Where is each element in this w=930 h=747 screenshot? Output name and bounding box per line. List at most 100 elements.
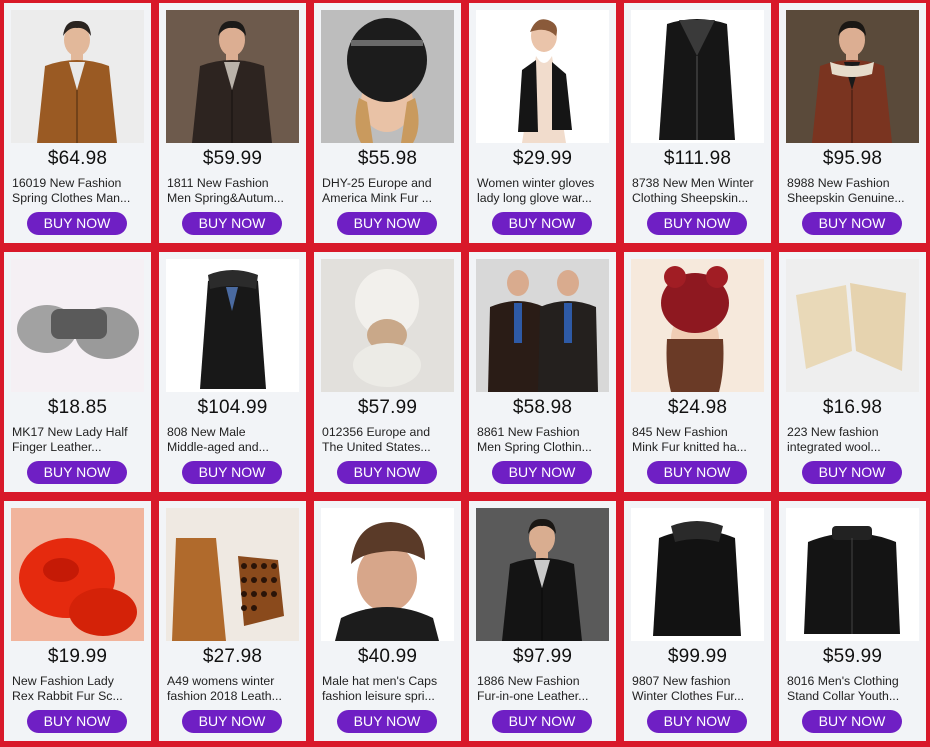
product-title-line-2: Sheepskin Genuine... [787,191,905,205]
product-card[interactable]: $40.99 Male hat men's Caps fashion leisure… [314,501,461,741]
product-card[interactable]: $24.98 845 New Fashion Mink Fur knitted ha… [624,252,771,492]
product-title-line-1: 808 New Male [167,425,246,439]
product-image[interactable] [476,10,609,143]
buy-now-button[interactable]: BUY NOW [647,212,747,235]
product-card[interactable]: $58.98 8861 New Fashion Men Spring Clothin… [469,252,616,492]
product-title-line-2: Middle-aged and... [167,440,269,454]
leopard-print-gloves-image [166,508,299,641]
product-title[interactable]: MK17 New Lady Half Finger Leather... [12,425,143,455]
product-title-line-1: 1811 New Fashion [167,176,269,190]
product-title[interactable]: 1811 New Fashion Men Spring&Autum... [167,176,298,206]
product-image[interactable] [786,508,919,641]
product-card[interactable]: $104.99 808 New Male Middle-aged and... BUY… [159,252,306,492]
red-rabbit-fur-scarf-image [11,508,144,641]
product-card[interactable]: $57.99 012356 Europe and The United States… [314,252,461,492]
product-image[interactable] [321,10,454,143]
product-image[interactable] [786,259,919,392]
buy-now-button[interactable]: BUY NOW [337,461,437,484]
product-card[interactable]: $95.98 8988 New Fashion Sheepskin Genuine.… [779,3,926,243]
buy-now-button[interactable]: BUY NOW [647,461,747,484]
buy-now-button[interactable]: BUY NOW [492,710,592,733]
product-image[interactable] [166,10,299,143]
product-title[interactable]: 808 New Male Middle-aged and... [167,425,298,455]
product-card[interactable]: $59.99 8016 Men's Clothing Stand Collar Yo… [779,501,926,741]
product-title-line-2: Spring Clothes Man... [12,191,131,205]
buy-now-button[interactable]: BUY NOW [492,212,592,235]
product-title-line-1: 8988 New Fashion [787,176,890,190]
product-image[interactable] [11,259,144,392]
product-title[interactable]: 8988 New Fashion Sheepskin Genuine... [787,176,918,206]
product-price: $29.99 [512,148,573,169]
product-title[interactable]: 012356 Europe and The United States... [322,425,453,455]
buy-now-button[interactable]: BUY NOW [182,212,282,235]
product-card[interactable]: $111.98 8738 New Men Winter Clothing Sheep… [624,3,771,243]
product-image[interactable] [321,508,454,641]
black-leather-jacket-fur-collar-image [631,508,764,641]
product-image[interactable] [166,508,299,641]
product-title[interactable]: 16019 New Fashion Spring Clothes Man... [12,176,143,206]
long-black-coat-fur-collar-image [166,259,299,392]
product-image[interactable] [631,508,764,641]
white-knit-fur-hat-image [321,259,454,392]
product-price: $97.99 [512,646,573,667]
product-title[interactable]: 1886 New Fashion Fur-in-one Leather... [477,674,608,704]
product-card[interactable]: $29.99 Women winter gloves lady long glove… [469,3,616,243]
red-knit-pompom-hat-image [631,259,764,392]
product-title[interactable]: 9807 New fashion Winter Clothes Fur... [632,674,763,704]
product-image[interactable] [166,259,299,392]
product-title-line-1: 012356 Europe and [322,425,431,439]
product-title[interactable]: 223 New fashion integrated wool... [787,425,918,455]
product-image[interactable] [476,259,609,392]
product-title[interactable]: Male hat men's Caps fashion leisure spri.… [322,674,453,704]
product-image[interactable] [321,259,454,392]
product-title-line-1: 9807 New fashion [632,674,731,688]
product-image[interactable] [11,10,144,143]
product-image[interactable] [631,10,764,143]
buy-now-button[interactable]: BUY NOW [337,710,437,733]
product-card[interactable]: $19.99 New Fashion Lady Rex Rabbit Fur Sc.… [4,501,151,741]
buy-now-button[interactable]: BUY NOW [27,212,127,235]
product-card[interactable]: $99.99 9807 New fashion Winter Clothes Fur… [624,501,771,741]
cream-sheepskin-gloves-image [786,259,919,392]
buy-now-button[interactable]: BUY NOW [802,461,902,484]
product-title[interactable]: 8016 Men's Clothing Stand Collar Youth... [787,674,918,704]
product-card[interactable]: $64.98 16019 New Fashion Spring Clothes Ma… [4,3,151,243]
product-title-line-1: 8016 Men's Clothing [787,674,899,688]
product-title[interactable]: A49 womens winter fashion 2018 Leath... [167,674,298,704]
product-title[interactable]: Women winter gloves lady long glove war..… [477,176,608,206]
product-title-line-2: Stand Collar Youth... [787,689,900,703]
product-price: $16.98 [822,397,883,418]
brown-leather-cap-man-image [321,508,454,641]
product-card[interactable]: $55.98 DHY-25 Europe and America Mink Fur … [314,3,461,243]
product-image[interactable] [631,259,764,392]
black-mink-fur-hat-image [321,10,454,143]
buy-now-button[interactable]: BUY NOW [802,212,902,235]
buy-now-button[interactable]: BUY NOW [492,461,592,484]
product-title[interactable]: 8861 New Fashion Men Spring Clothin... [477,425,608,455]
product-image[interactable] [476,508,609,641]
product-title[interactable]: 845 New Fashion Mink Fur knitted ha... [632,425,763,455]
product-image[interactable] [11,508,144,641]
product-title[interactable]: 8738 New Men Winter Clothing Sheepskin... [632,176,763,206]
buy-now-button[interactable]: BUY NOW [647,710,747,733]
product-card[interactable]: $59.99 1811 New Fashion Men Spring&Autum..… [159,3,306,243]
product-card[interactable]: $16.98 223 New fashion integrated wool... B… [779,252,926,492]
buy-now-button[interactable]: BUY NOW [27,461,127,484]
black-leather-coat-man-image [476,508,609,641]
brown-leather-jacket-man-image [11,10,144,143]
buy-now-button[interactable]: BUY NOW [182,710,282,733]
buy-now-button[interactable]: BUY NOW [27,710,127,733]
buy-now-button[interactable]: BUY NOW [802,710,902,733]
product-title[interactable]: New Fashion Lady Rex Rabbit Fur Sc... [12,674,143,704]
product-card[interactable]: $27.98 A49 womens winter fashion 2018 Leat… [159,501,306,741]
product-price: $59.99 [822,646,883,667]
product-card[interactable]: $18.85 MK17 New Lady Half Finger Leather..… [4,252,151,492]
product-title[interactable]: DHY-25 Europe and America Mink Fur ... [322,176,453,206]
product-card[interactable]: $97.99 1886 New Fashion Fur-in-one Leather… [469,501,616,741]
black-stand-collar-jacket-image [786,508,919,641]
buy-now-button[interactable]: BUY NOW [337,212,437,235]
product-image[interactable] [786,10,919,143]
product-title-line-1: MK17 New Lady Half [12,425,128,439]
product-price: $64.98 [47,148,108,169]
buy-now-button[interactable]: BUY NOW [182,461,282,484]
